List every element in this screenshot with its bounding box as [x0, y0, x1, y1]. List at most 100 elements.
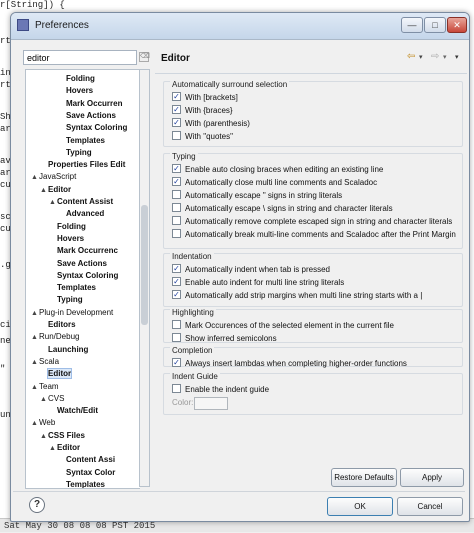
tree-item[interactable]: ▲Run/Debug: [31, 331, 79, 343]
tree-item[interactable]: Mark Occurrenc: [49, 245, 118, 257]
tree-item[interactable]: Folding: [49, 221, 86, 233]
back-arrow-icon[interactable]: ⇦: [407, 51, 415, 62]
tree-item[interactable]: Syntax Coloring: [49, 270, 118, 282]
tree-expand-triangle-icon[interactable]: ▲: [31, 418, 39, 430]
cancel-button[interactable]: Cancel: [397, 497, 463, 516]
option-checkbox-row[interactable]: Automatically break multi-line comments …: [172, 229, 456, 241]
tree-expand-triangle-icon[interactable]: ▲: [31, 357, 39, 369]
tree-scrollbar[interactable]: [139, 69, 150, 487]
option-checkbox-row[interactable]: Show inferred semicolons: [172, 333, 277, 345]
option-checkbox-row[interactable]: Automatically remove complete escaped si…: [172, 216, 452, 228]
help-icon[interactable]: ?: [29, 497, 45, 513]
tree-item[interactable]: ▲Web: [31, 417, 55, 429]
option-checkbox-row[interactable]: ✓ Automatically indent when tab is presse…: [172, 264, 330, 276]
option-checkbox-row[interactable]: ✓ Automatically close multi line comments…: [172, 177, 377, 189]
tree-item[interactable]: Launching: [40, 344, 88, 356]
tree-item[interactable]: ▲JavaScript: [31, 171, 76, 183]
checkbox-checked-icon[interactable]: ✓: [172, 290, 181, 300]
tree-item[interactable]: ▲CSS Files: [40, 430, 85, 442]
option-checkbox-row[interactable]: ✓ With {braces}: [172, 105, 233, 117]
tree-item[interactable]: ▲Plug-in Development: [31, 307, 113, 319]
tree-expand-triangle-icon[interactable]: ▲: [31, 382, 39, 394]
tree-item-label: Syntax Color: [66, 467, 116, 477]
tree-item[interactable]: Save Actions: [49, 258, 107, 270]
tree-item[interactable]: Mark Occurren: [58, 98, 122, 110]
tree-expand-triangle-icon[interactable]: ▲: [49, 197, 57, 209]
option-checkbox-row[interactable]: ✓ Enable auto closing braces when editing…: [172, 164, 383, 176]
tree-item[interactable]: Folding: [58, 73, 95, 85]
filter-input[interactable]: [23, 50, 137, 65]
checkbox-unchecked-icon[interactable]: [172, 320, 181, 330]
checkbox-checked-icon[interactable]: ✓: [172, 177, 181, 187]
checkbox-checked-icon[interactable]: ✓: [172, 92, 181, 102]
tree-item[interactable]: Advanced: [58, 208, 104, 220]
option-checkbox-row[interactable]: Automatically escape " signs in string l…: [172, 190, 342, 202]
tree-item[interactable]: Templates: [49, 282, 96, 294]
option-checkbox-row[interactable]: ✓ Enable auto indent for multi line strin…: [172, 277, 344, 289]
tree-item[interactable]: Hovers: [49, 233, 84, 245]
option-label: With "quotes": [185, 132, 233, 141]
option-checkbox-row[interactable]: With "quotes": [172, 131, 233, 143]
checkbox-checked-icon[interactable]: ✓: [172, 264, 181, 274]
tree-expand-triangle-icon[interactable]: ▲: [31, 332, 39, 344]
option-checkbox-row[interactable]: ✓ Always insert lambdas when completing h…: [172, 358, 407, 370]
tree-item[interactable]: Save Actions: [58, 110, 116, 122]
tree-item[interactable]: ▲Content Assist: [49, 196, 113, 208]
maximize-button[interactable]: □: [424, 17, 446, 33]
apply-button[interactable]: Apply: [400, 468, 464, 487]
tree-item[interactable]: Typing: [49, 294, 83, 306]
color-picker-button[interactable]: [194, 397, 228, 410]
tree-expand-triangle-icon[interactable]: ▲: [31, 172, 39, 184]
tree-item[interactable]: Hovers: [58, 85, 93, 97]
tree-item[interactable]: Templates: [58, 135, 105, 147]
option-checkbox-row[interactable]: Enable the indent guide: [172, 384, 269, 396]
back-menu-chevron-icon[interactable]: ▾: [419, 53, 423, 61]
view-menu-chevron-icon[interactable]: ▾: [455, 53, 459, 61]
tree-item[interactable]: ▲Editor: [49, 442, 80, 454]
forward-arrow-icon[interactable]: ⇨: [431, 51, 439, 62]
checkbox-unchecked-icon[interactable]: [172, 203, 181, 213]
option-checkbox-row[interactable]: Mark Occurences of the selected element …: [172, 320, 394, 332]
option-checkbox-row[interactable]: ✓ Automatically add strip margins when mu…: [172, 290, 422, 302]
tree-item[interactable]: ▲Editor: [40, 184, 71, 196]
checkbox-checked-icon[interactable]: ✓: [172, 118, 181, 128]
tree-item[interactable]: Typing: [58, 147, 92, 159]
checkbox-unchecked-icon[interactable]: [172, 190, 181, 200]
checkbox-unchecked-icon[interactable]: [172, 216, 181, 226]
tree-item[interactable]: Content Assi: [58, 454, 115, 466]
tree-item[interactable]: Editor: [40, 368, 73, 380]
checkbox-checked-icon[interactable]: ✓: [172, 358, 181, 368]
checkbox-checked-icon[interactable]: ✓: [172, 164, 181, 174]
option-checkbox-row[interactable]: ✓ With (parenthesis): [172, 118, 250, 130]
clear-filter-icon[interactable]: ⌫: [139, 52, 150, 62]
checkbox-unchecked-icon[interactable]: [172, 384, 181, 394]
option-checkbox-row[interactable]: Automatically escape \ signs in string a…: [172, 203, 393, 215]
tree-expand-triangle-icon[interactable]: ▲: [31, 308, 39, 320]
checkbox-checked-icon[interactable]: ✓: [172, 105, 181, 115]
tree-item[interactable]: Properties Files Edit: [40, 159, 125, 171]
tree-item[interactable]: ▲Scala: [31, 356, 59, 368]
tree-expand-triangle-icon[interactable]: ▲: [49, 443, 57, 455]
checkbox-unchecked-icon[interactable]: [172, 229, 181, 239]
tree-item[interactable]: ▲CVS: [40, 393, 64, 405]
tree-item[interactable]: ▲Team: [31, 381, 59, 393]
checkbox-unchecked-icon[interactable]: [172, 131, 181, 141]
checkbox-unchecked-icon[interactable]: [172, 333, 181, 343]
minimize-button[interactable]: —: [401, 17, 423, 33]
tree-item[interactable]: Templates: [58, 479, 105, 488]
tree-item[interactable]: Watch/Edit: [49, 405, 98, 417]
checkbox-checked-icon[interactable]: ✓: [172, 277, 181, 287]
restore-defaults-button[interactable]: Restore Defaults: [331, 468, 397, 487]
tree-expand-triangle-icon[interactable]: ▲: [40, 394, 48, 406]
forward-menu-chevron-icon[interactable]: ▾: [443, 53, 447, 61]
tree-expand-triangle-icon[interactable]: ▲: [40, 431, 48, 443]
tree-item[interactable]: Syntax Color: [58, 467, 115, 479]
tree-item[interactable]: Syntax Coloring: [58, 122, 127, 134]
option-checkbox-row[interactable]: ✓ With [brackets]: [172, 92, 238, 104]
tree-scrollbar-thumb[interactable]: [141, 205, 148, 325]
tree-expand-triangle-icon[interactable]: ▲: [40, 185, 48, 197]
close-button[interactable]: ✕: [447, 17, 467, 33]
tree-item[interactable]: Editors: [40, 319, 76, 331]
ok-button[interactable]: OK: [327, 497, 393, 516]
title-bar[interactable]: Preferences — □ ✕: [11, 13, 469, 40]
